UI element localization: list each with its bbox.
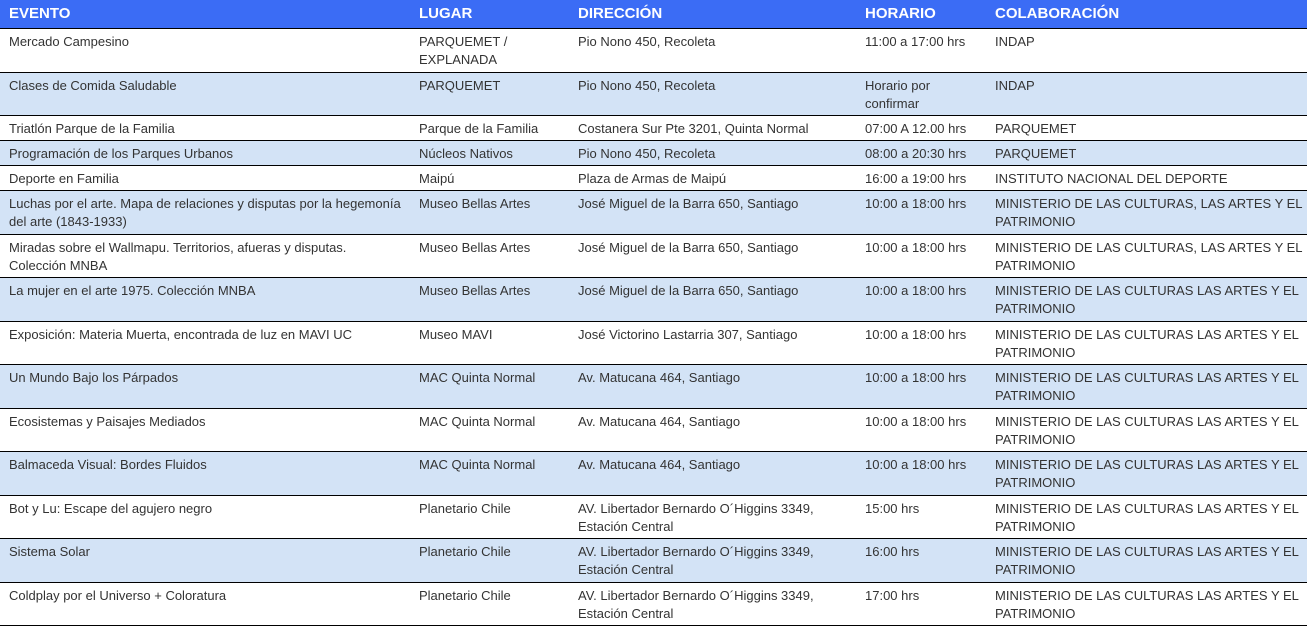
header-direccion: DIRECCIÓN bbox=[569, 0, 856, 29]
horario-cell: 07:00 A 12.00 hrs bbox=[856, 115, 986, 141]
colaboracion-cell: PARQUEMET bbox=[986, 140, 1307, 166]
colaboracion-cell: PARQUEMET bbox=[986, 115, 1307, 141]
lugar-cell: Maipú bbox=[410, 165, 569, 191]
colaboracion-cell: MINISTERIO DE LAS CULTURAS LAS ARTES Y E… bbox=[986, 321, 1307, 365]
direccion-cell: Pio Nono 450, Recoleta bbox=[569, 72, 856, 116]
lugar-cell: Museo Bellas Artes bbox=[410, 277, 569, 322]
colaboracion-cell: MINISTERIO DE LAS CULTURAS, LAS ARTES Y … bbox=[986, 234, 1307, 278]
direccion-cell: Av. Matucana 464, Santiago bbox=[569, 451, 856, 496]
evento-cell: Deporte en Familia bbox=[0, 165, 410, 191]
horario-cell: 10:00 a 18:00 hrs bbox=[856, 321, 986, 365]
direccion-cell: José Miguel de la Barra 650, Santiago bbox=[569, 277, 856, 322]
horario-cell: 10:00 a 18:00 hrs bbox=[856, 277, 986, 322]
direccion-cell: AV. Libertador Bernardo O´Higgins 3349, … bbox=[569, 582, 856, 626]
horario-cell: Horario por confirmar bbox=[856, 72, 986, 116]
evento-cell: Exposición: Materia Muerta, encontrada d… bbox=[0, 321, 410, 365]
table-row: Sistema Solar Planetario Chile AV. Liberta… bbox=[0, 538, 1307, 583]
direccion-cell: José Victorino Lastarria 307, Santiago bbox=[569, 321, 856, 365]
colaboracion-cell: MINISTERIO DE LAS CULTURAS LAS ARTES Y E… bbox=[986, 582, 1307, 626]
direccion-cell: AV. Libertador Bernardo O´Higgins 3349, … bbox=[569, 538, 856, 583]
direccion-cell: José Miguel de la Barra 650, Santiago bbox=[569, 234, 856, 278]
horario-cell: 11:00 a 17:00 hrs bbox=[856, 28, 986, 73]
table-row: La mujer en el arte 1975. Colección MNBA… bbox=[0, 277, 1307, 322]
colaboracion-cell: MINISTERIO DE LAS CULTURAS LAS ARTES Y E… bbox=[986, 495, 1307, 539]
table-row: Ecosistemas y Paisajes Mediados MAC Quint… bbox=[0, 408, 1307, 452]
lugar-cell: PARQUEMET / EXPLANADA bbox=[410, 28, 569, 73]
colaboracion-cell: MINISTERIO DE LAS CULTURAS LAS ARTES Y E… bbox=[986, 451, 1307, 496]
table-body: Mercado Campesino PARQUEMET / EXPLANADA Pi… bbox=[0, 28, 1307, 626]
table-row: Bot y Lu: Escape del agujero negro Planet… bbox=[0, 495, 1307, 539]
table-header-row: EVENTO LUGAR DIRECCIÓN HORARIO COLABORAC… bbox=[0, 0, 1307, 29]
horario-cell: 10:00 a 18:00 hrs bbox=[856, 190, 986, 235]
evento-cell: Luchas por el arte. Mapa de relaciones y… bbox=[0, 190, 410, 235]
evento-cell: Miradas sobre el Wallmapu. Territorios, … bbox=[0, 234, 410, 278]
colaboracion-cell: INDAP bbox=[986, 28, 1307, 73]
table-row: Mercado Campesino PARQUEMET / EXPLANADA Pi… bbox=[0, 28, 1307, 73]
evento-cell: Ecosistemas y Paisajes Mediados bbox=[0, 408, 410, 452]
horario-cell: 10:00 a 18:00 hrs bbox=[856, 408, 986, 452]
direccion-cell: AV. Libertador Bernardo O´Higgins 3349, … bbox=[569, 495, 856, 539]
evento-cell: Clases de Comida Saludable bbox=[0, 72, 410, 116]
evento-cell: Triatlón Parque de la Familia bbox=[0, 115, 410, 141]
table-row: Exposición: Materia Muerta, encontrada d… bbox=[0, 321, 1307, 365]
evento-cell: Programación de los Parques Urbanos bbox=[0, 140, 410, 166]
lugar-cell: MAC Quinta Normal bbox=[410, 408, 569, 452]
header-horario: HORARIO bbox=[856, 0, 986, 29]
table-row: Balmaceda Visual: Bordes Fluidos MAC Quin… bbox=[0, 451, 1307, 496]
horario-cell: 10:00 a 18:00 hrs bbox=[856, 364, 986, 409]
evento-cell: Coldplay por el Universo + Coloratura bbox=[0, 582, 410, 626]
table-row: Miradas sobre el Wallmapu. Territorios, … bbox=[0, 234, 1307, 278]
evento-cell: Balmaceda Visual: Bordes Fluidos bbox=[0, 451, 410, 496]
direccion-cell: Pio Nono 450, Recoleta bbox=[569, 140, 856, 166]
header-evento: EVENTO bbox=[0, 0, 410, 29]
lugar-cell: Museo Bellas Artes bbox=[410, 234, 569, 278]
lugar-cell: Planetario Chile bbox=[410, 582, 569, 626]
horario-cell: 16:00 hrs bbox=[856, 538, 986, 583]
table-row: Clases de Comida Saludable PARQUEMET Pio N… bbox=[0, 72, 1307, 116]
direccion-cell: José Miguel de la Barra 650, Santiago bbox=[569, 190, 856, 235]
colaboracion-cell: MINISTERIO DE LAS CULTURAS, LAS ARTES Y … bbox=[986, 190, 1307, 235]
table-row: Triatlón Parque de la Familia Parque de l… bbox=[0, 115, 1307, 141]
lugar-cell: Planetario Chile bbox=[410, 495, 569, 539]
direccion-cell: Pio Nono 450, Recoleta bbox=[569, 28, 856, 73]
direccion-cell: Av. Matucana 464, Santiago bbox=[569, 408, 856, 452]
lugar-cell: PARQUEMET bbox=[410, 72, 569, 116]
horario-cell: 10:00 a 18:00 hrs bbox=[856, 234, 986, 278]
horario-cell: 08:00 a 20:30 hrs bbox=[856, 140, 986, 166]
colaboracion-cell: INDAP bbox=[986, 72, 1307, 116]
colaboracion-cell: MINISTERIO DE LAS CULTURAS LAS ARTES Y E… bbox=[986, 408, 1307, 452]
horario-cell: 17:00 hrs bbox=[856, 582, 986, 626]
lugar-cell: Núcleos Nativos bbox=[410, 140, 569, 166]
evento-cell: Mercado Campesino bbox=[0, 28, 410, 73]
colaboracion-cell: MINISTERIO DE LAS CULTURAS LAS ARTES Y E… bbox=[986, 277, 1307, 322]
lugar-cell: Planetario Chile bbox=[410, 538, 569, 583]
evento-cell: Bot y Lu: Escape del agujero negro bbox=[0, 495, 410, 539]
colaboracion-cell: INSTITUTO NACIONAL DEL DEPORTE bbox=[986, 165, 1307, 191]
header-colaboracion: COLABORACIÓN bbox=[986, 0, 1307, 29]
direccion-cell: Costanera Sur Pte 3201, Quinta Normal bbox=[569, 115, 856, 141]
lugar-cell: Museo MAVI bbox=[410, 321, 569, 365]
table-row: Deporte en Familia Maipú Plaza de Armas de… bbox=[0, 165, 1307, 191]
events-table: EVENTO LUGAR DIRECCIÓN HORARIO COLABORAC… bbox=[0, 0, 1307, 626]
lugar-cell: Parque de la Familia bbox=[410, 115, 569, 141]
lugar-cell: MAC Quinta Normal bbox=[410, 364, 569, 409]
table-row: Coldplay por el Universo + Coloratura Pla… bbox=[0, 582, 1307, 626]
evento-cell: Sistema Solar bbox=[0, 538, 410, 583]
direccion-cell: Plaza de Armas de Maipú bbox=[569, 165, 856, 191]
evento-cell: La mujer en el arte 1975. Colección MNBA bbox=[0, 277, 410, 322]
direccion-cell: Av. Matucana 464, Santiago bbox=[569, 364, 856, 409]
colaboracion-cell: MINISTERIO DE LAS CULTURAS LAS ARTES Y E… bbox=[986, 364, 1307, 409]
horario-cell: 10:00 a 18:00 hrs bbox=[856, 451, 986, 496]
evento-cell: Un Mundo Bajo los Párpados bbox=[0, 364, 410, 409]
header-lugar: LUGAR bbox=[410, 0, 569, 29]
lugar-cell: MAC Quinta Normal bbox=[410, 451, 569, 496]
colaboracion-cell: MINISTERIO DE LAS CULTURAS LAS ARTES Y E… bbox=[986, 538, 1307, 583]
table-row: Luchas por el arte. Mapa de relaciones y… bbox=[0, 190, 1307, 235]
horario-cell: 15:00 hrs bbox=[856, 495, 986, 539]
lugar-cell: Museo Bellas Artes bbox=[410, 190, 569, 235]
horario-cell: 16:00 a 19:00 hrs bbox=[856, 165, 986, 191]
table-row: Programación de los Parques Urbanos Núcle… bbox=[0, 140, 1307, 166]
table-row: Un Mundo Bajo los Párpados MAC Quinta Nor… bbox=[0, 364, 1307, 409]
